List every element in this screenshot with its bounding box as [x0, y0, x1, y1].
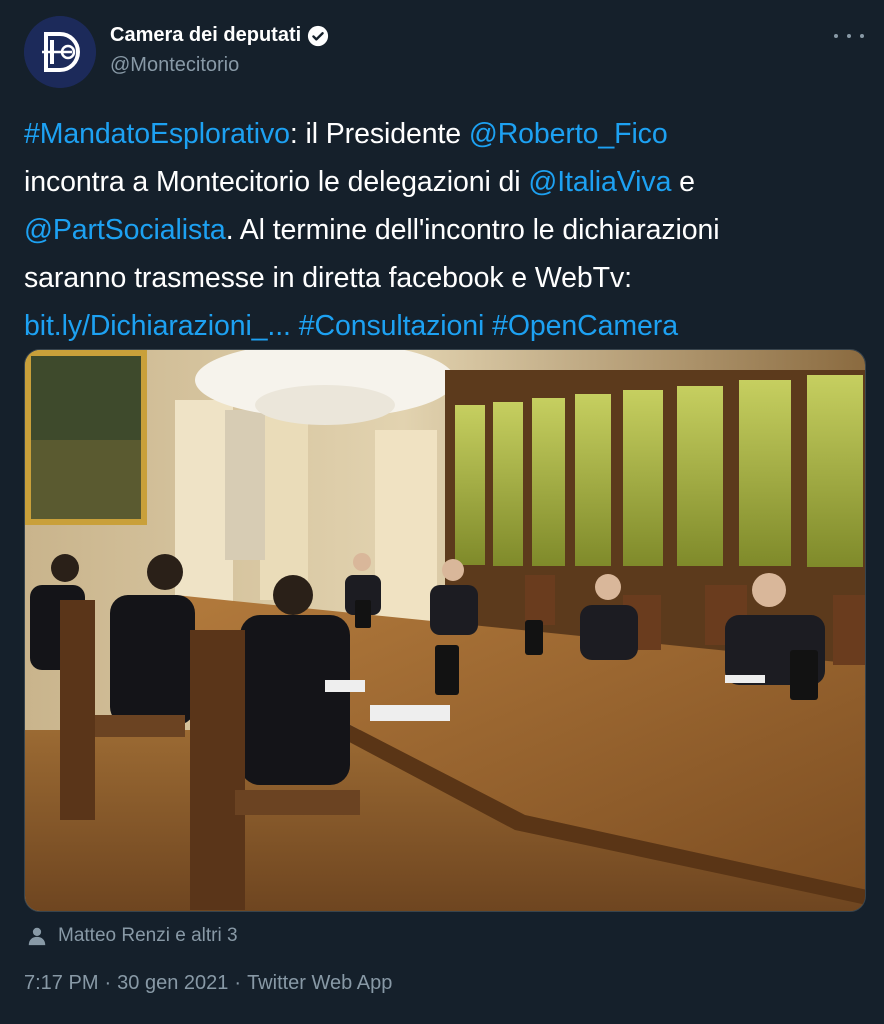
more-dot	[834, 34, 838, 38]
tweet-date[interactable]: 30 gen 2021	[117, 972, 228, 994]
more-options-icon[interactable]	[834, 26, 864, 46]
more-dot	[860, 34, 864, 38]
tweet-metadata: 7:17 PM · 30 gen 2021 · Twitter Web App	[24, 972, 392, 995]
tweet-line-5: bit.ly/Dichiarazioni_... #Consultazioni …	[24, 302, 864, 350]
mention-part-socialista[interactable]: @PartSocialista	[24, 214, 226, 246]
tweet-text-segment: : il Presidente	[289, 118, 469, 150]
tagged-label[interactable]: Matteo Renzi e altri 3	[58, 925, 238, 947]
tweet-line-4: saranno trasmesse in diretta facebook e …	[24, 254, 864, 302]
hashtag-open-camera[interactable]: #OpenCamera	[492, 310, 678, 342]
tweet-line-2: incontra a Montecitorio le delegazioni d…	[24, 158, 864, 206]
tagged-users[interactable]: Matteo Renzi e altri 3	[26, 922, 238, 950]
mention-roberto-fico[interactable]: @Roberto_Fico	[469, 118, 668, 150]
mention-italia-viva[interactable]: @ItaliaViva	[528, 166, 671, 198]
tweet-time[interactable]: 7:17 PM	[24, 972, 98, 994]
hashtag-consultazioni[interactable]: #Consultazioni	[299, 310, 485, 342]
tweet-text-segment	[291, 310, 299, 342]
author-name-text[interactable]: Camera dei deputati	[110, 24, 301, 47]
camera-logo-icon	[24, 16, 96, 88]
short-link[interactable]: bit.ly/Dichiarazioni_...	[24, 310, 291, 342]
tweet-line-1: #MandatoEsplorativo: il Presidente @Robe…	[24, 110, 864, 158]
more-dot	[847, 34, 851, 38]
tweet-source[interactable]: Twitter Web App	[247, 972, 392, 994]
avatar[interactable]	[24, 16, 96, 88]
separator: ·	[234, 972, 242, 994]
hashtag-mandato-esplorativo[interactable]: #MandatoEsplorativo	[24, 118, 290, 150]
tweet-text-segment: . Al termine dell'incontro le dichiarazi…	[225, 214, 720, 246]
person-icon	[28, 927, 46, 946]
tweet-text-segment: incontra a Montecitorio le delegazioni d…	[24, 166, 529, 198]
tweet-line-3: @PartSocialista. Al termine dell'incontr…	[24, 206, 864, 254]
tweet-photo[interactable]	[24, 349, 866, 912]
separator: ·	[104, 972, 112, 994]
tweet-text-segment	[484, 310, 492, 342]
meeting-room-photo	[25, 350, 865, 911]
tweet-text-segment: e	[671, 166, 695, 198]
tweet-text-segment: saranno trasmesse in diretta facebook e …	[24, 262, 632, 294]
tweet-card: Camera dei deputati @Montecitorio #Manda…	[0, 0, 884, 1024]
author-handle[interactable]: @Montecitorio	[110, 54, 239, 77]
author-name[interactable]: Camera dei deputati	[110, 24, 329, 47]
tweet-text: #MandatoEsplorativo: il Presidente @Robe…	[24, 110, 864, 350]
verified-badge-icon	[308, 25, 329, 46]
